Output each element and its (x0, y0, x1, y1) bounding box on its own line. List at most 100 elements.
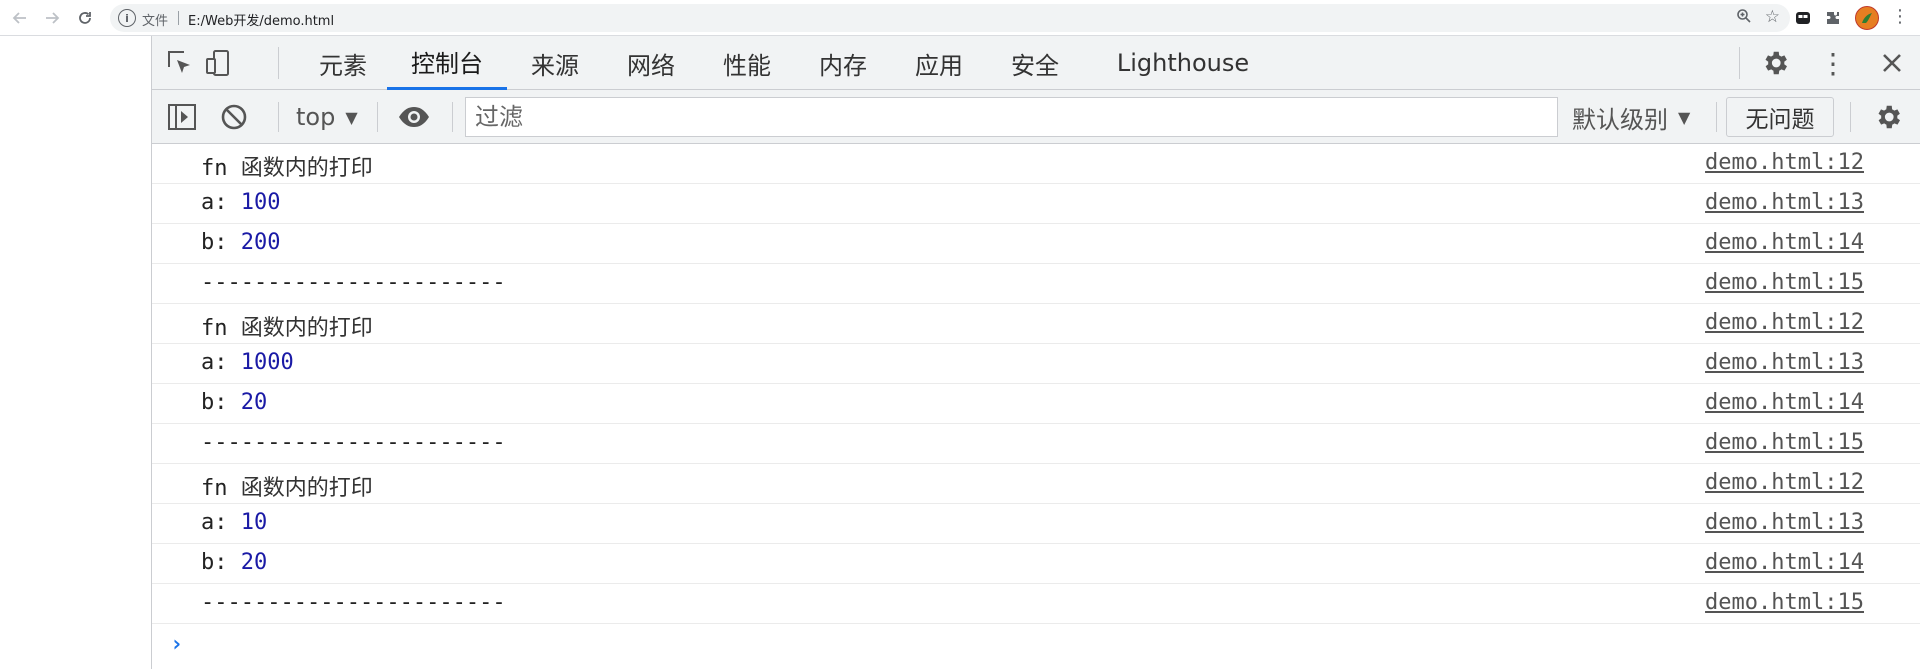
message-string: 函数内的打印 (240, 156, 373, 181)
console-message: b: 20 demo.html:14 (152, 384, 1920, 424)
message-label: b: (201, 390, 228, 415)
toolbar-divider (1850, 102, 1851, 132)
message-label: fn (201, 476, 228, 501)
tab-elements[interactable]: 元素 (299, 36, 387, 90)
message-text: b: 20 (201, 390, 267, 415)
tab-performance[interactable]: 性能 (699, 36, 795, 90)
devtools-tabbar: 元素 控制台 来源 网络 性能 内存 应用 安全 Lighthouse ⋮ (152, 36, 1920, 90)
console-message: a: 10 demo.html:13 (152, 504, 1920, 544)
browser-toolbar: i 文件 E:/Web开发/demo.html ☆ ⋮ (0, 0, 1920, 36)
address-bar[interactable]: i 文件 E:/Web开发/demo.html ☆ (110, 4, 1790, 32)
message-separator: ----------------------- (201, 270, 506, 295)
log-levels-dropdown[interactable]: 默认级别 ▼ (1572, 100, 1690, 134)
source-link[interactable]: demo.html:15 (1705, 430, 1864, 455)
message-string: 函数内的打印 (240, 316, 373, 341)
context-selector[interactable]: top ▼ (296, 100, 358, 134)
message-text: a: 1000 (201, 350, 294, 375)
reload-icon[interactable] (73, 6, 97, 30)
source-link[interactable]: demo.html:14 (1705, 550, 1864, 575)
console-message: ----------------------- demo.html:15 (152, 264, 1920, 304)
console-message: fn 函数内的打印 demo.html:12 (152, 304, 1920, 344)
message-separator: ----------------------- (201, 590, 506, 615)
console-prompt-row[interactable]: › (152, 624, 1920, 664)
console-message: a: 1000 demo.html:13 (152, 344, 1920, 384)
message-text: b: 20 (201, 550, 267, 575)
inspect-element-icon[interactable] (164, 47, 196, 79)
bookmark-star-icon[interactable]: ☆ (1765, 7, 1780, 27)
console-message: ----------------------- demo.html:15 (152, 424, 1920, 464)
sidebar-toggle-icon[interactable] (166, 101, 198, 133)
message-text: fn 函数内的打印 (201, 150, 373, 182)
tabbar-divider-right (1739, 47, 1740, 79)
clear-console-icon[interactable] (218, 101, 250, 133)
console-toolbar: top ▼ 默认级别 ▼ 无问题 (152, 90, 1920, 144)
tabbar-divider (278, 47, 279, 79)
tab-sources[interactable]: 来源 (507, 36, 603, 90)
message-number: 20 (240, 550, 268, 575)
console-message: b: 20 demo.html:14 (152, 544, 1920, 584)
tab-security[interactable]: 安全 (987, 36, 1083, 90)
back-arrow-icon[interactable] (8, 6, 32, 30)
issues-button[interactable]: 无问题 (1726, 97, 1834, 137)
tab-network[interactable]: 网络 (603, 36, 699, 90)
message-number: 200 (240, 230, 281, 255)
device-toolbar-icon[interactable] (202, 47, 234, 79)
message-text: a: 10 (201, 510, 267, 535)
message-string: 函数内的打印 (240, 476, 373, 501)
source-link[interactable]: demo.html:14 (1705, 390, 1864, 415)
message-text: fn 函数内的打印 (201, 470, 373, 502)
source-link[interactable]: demo.html:13 (1705, 190, 1864, 215)
message-text: fn 函数内的打印 (201, 310, 373, 342)
filter-box[interactable] (465, 97, 1558, 137)
toolbar-divider (1716, 102, 1717, 132)
tab-console[interactable]: 控制台 (387, 36, 507, 90)
toolbar-divider (377, 102, 378, 132)
omnibox-divider (178, 11, 179, 25)
browser-menu-icon[interactable]: ⋮ (1890, 6, 1910, 27)
message-number: 20 (240, 390, 268, 415)
site-info-icon[interactable]: i (118, 9, 136, 27)
log-levels-label: 默认级别 (1572, 105, 1668, 134)
tab-memory[interactable]: 内存 (795, 36, 891, 90)
source-link[interactable]: demo.html:15 (1705, 590, 1864, 615)
profile-avatar[interactable] (1855, 6, 1879, 30)
console-message: ----------------------- demo.html:15 (152, 584, 1920, 624)
console-message: a: 100 demo.html:13 (152, 184, 1920, 224)
message-label: a: (201, 350, 228, 375)
message-label: b: (201, 230, 228, 255)
message-number: 100 (240, 190, 281, 215)
source-link[interactable]: demo.html:15 (1705, 270, 1864, 295)
toolbar-divider (452, 102, 453, 132)
tab-lighthouse[interactable]: Lighthouse (1100, 36, 1266, 90)
source-link[interactable]: demo.html:14 (1705, 230, 1864, 255)
extension-icon[interactable] (1792, 7, 1814, 29)
message-label: b: (201, 550, 228, 575)
context-label: top (296, 103, 336, 131)
settings-gear-icon[interactable] (1759, 47, 1791, 79)
console-message: b: 200 demo.html:14 (152, 224, 1920, 264)
prompt-chevron-icon: › (170, 632, 184, 657)
devtools-panel: 元素 控制台 来源 网络 性能 内存 应用 安全 Lighthouse ⋮ to… (151, 36, 1920, 669)
forward-arrow-icon[interactable] (40, 6, 64, 30)
source-link[interactable]: demo.html:12 (1705, 310, 1864, 335)
message-text: b: 200 (201, 230, 281, 255)
url-text[interactable]: E:/Web开发/demo.html (188, 10, 334, 29)
live-expression-eye-icon[interactable] (398, 101, 430, 133)
tab-application[interactable]: 应用 (891, 36, 987, 90)
source-link[interactable]: demo.html:12 (1705, 470, 1864, 495)
close-icon[interactable] (1876, 47, 1908, 79)
message-label: a: (201, 510, 228, 535)
zoom-icon[interactable] (1736, 8, 1752, 28)
message-label: fn (201, 156, 228, 181)
more-options-icon[interactable]: ⋮ (1817, 47, 1849, 80)
message-number: 1000 (240, 350, 294, 375)
filter-input[interactable] (466, 98, 1557, 136)
source-link[interactable]: demo.html:12 (1705, 150, 1864, 175)
console-settings-gear-icon[interactable] (1872, 101, 1904, 133)
source-link[interactable]: demo.html:13 (1705, 510, 1864, 535)
extensions-puzzle-icon[interactable] (1822, 7, 1844, 29)
message-label: fn (201, 316, 228, 341)
chevron-down-icon: ▼ (345, 107, 358, 127)
site-security-label: 文件 (142, 14, 169, 29)
source-link[interactable]: demo.html:13 (1705, 350, 1864, 375)
